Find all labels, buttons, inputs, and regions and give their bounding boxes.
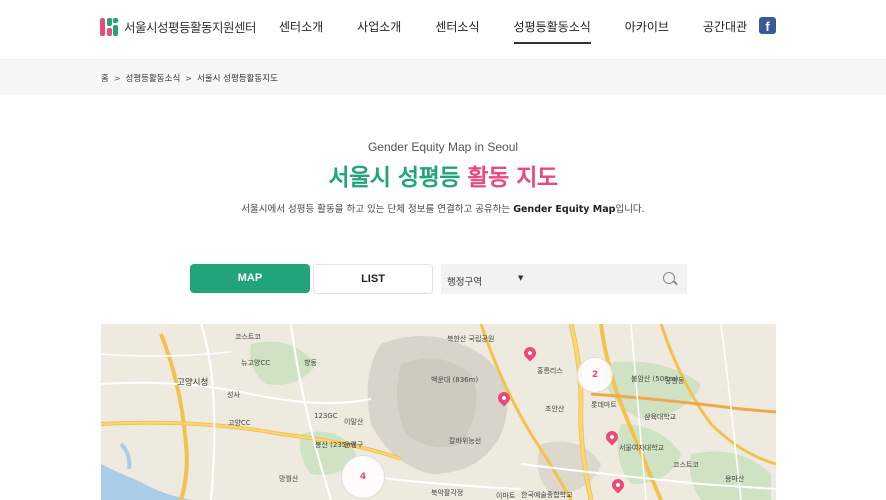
map-label-mangwolsan: 망월산 [279, 475, 299, 483]
map-label-emart: 이마트 [496, 492, 516, 500]
map-label-lotte: 롯데마트 [591, 401, 617, 409]
map-label-goyang: 고양시청 [177, 378, 209, 388]
map-label-bongsan: 봉산 (235m) [315, 441, 356, 449]
site-header: 서울시성평등활동지원센터 센터소개 사업소개 센터소식 성평등활동소식 아카이브… [0, 0, 886, 58]
desc-suffix: 입니다. [615, 204, 645, 215]
title-green-part: 서울시 성평등 [328, 165, 460, 191]
map-label-seoulwomen: 서울여자대학교 [619, 444, 665, 452]
map-label-yongmasan: 용마산 [725, 475, 745, 483]
nav-item-news[interactable]: 센터소식 [435, 18, 479, 44]
map-label-hongdae: 홍릉리스 [537, 367, 563, 375]
map-label-bukhansan: 북한산 국립공원 [447, 335, 495, 343]
map-tab-button[interactable]: MAP [190, 264, 310, 293]
breadcrumb-bar: 홈 > 성평등활동소식 > 서울시 성평등활동지도 [0, 59, 886, 95]
nav-item-about[interactable]: 센터소개 [279, 18, 323, 44]
site-logo[interactable]: 서울시성평등활동지원센터 [100, 17, 257, 36]
logo-mark-icon [100, 17, 118, 36]
nav-item-rental[interactable]: 공간대관 [703, 18, 747, 44]
nav-item-archive[interactable]: 아카이브 [625, 18, 669, 44]
map-label-costco2: 코스트코 [673, 461, 699, 469]
logo-text: 서울시성평등활동지원센터 [124, 20, 257, 35]
nav-item-activity-news[interactable]: 성평등활동소식 [513, 18, 591, 44]
list-tab-button[interactable]: LIST [313, 264, 433, 294]
activity-map[interactable]: 고양시청 코스트코 북한산 국립공원 백운대 (836m) 불암산 (508m)… [101, 324, 776, 500]
map-label-123gc: 123GC [314, 412, 338, 420]
nav-item-programs[interactable]: 사업소개 [357, 18, 401, 44]
page-title: 서울시 성평등 활동 지도 [0, 158, 886, 192]
map-label-hyangdong: 향동 [304, 359, 317, 367]
map-label-kalbawi: 칼바위능선 [449, 437, 482, 445]
map-label-idaesan: 이말산 [344, 418, 364, 426]
search-input[interactable] [528, 264, 687, 294]
map-label-nowon: 초안산 [545, 405, 565, 413]
map-label-sungsa: 성사 [227, 391, 240, 399]
district-select[interactable]: 행정구역 ▼ [441, 264, 528, 294]
chevron-right-icon: > [185, 73, 192, 83]
map-cluster-marker[interactable]: 2 [577, 357, 613, 393]
map-label-bukak: 북악팔각정 [431, 489, 464, 497]
breadcrumb: 홈 > 성평등활동소식 > 서울시 성평등활동지도 [101, 72, 278, 85]
map-label-baegundae: 백운대 (836m) [431, 376, 479, 384]
map-cluster-marker[interactable]: 4 [341, 455, 385, 499]
map-label-wondang: 코스트코 [235, 333, 261, 341]
search-icon[interactable] [663, 272, 675, 284]
main-nav: 센터소개 사업소개 센터소식 성평등활동소식 아카이브 공간대관 [262, 18, 764, 44]
page-subtitle: Gender Equity Map in Seoul [367, 140, 519, 154]
caret-down-icon: ▼ [518, 274, 524, 282]
breadcrumb-level2[interactable]: 서울시 성평등활동지도 [197, 72, 278, 84]
map-label-sahmyook: 삼육대학교 [644, 413, 677, 421]
desc-prefix: 서울시에서 성평등 활동을 하고 있는 단체 정보를 연결하고 공유하는 [241, 204, 514, 215]
facebook-icon[interactable]: f [759, 17, 776, 34]
title-pink-part: 활동 지도 [467, 165, 558, 191]
map-label-gongneung: 공릉동 [665, 377, 685, 385]
breadcrumb-home[interactable]: 홈 [101, 72, 109, 84]
district-select-label: 행정구역 [447, 277, 482, 288]
chevron-right-icon: > [113, 73, 121, 83]
desc-bold: Gender Equity Map [513, 204, 616, 215]
breadcrumb-level1[interactable]: 성평등활동소식 [126, 72, 181, 84]
map-label-krart: 한국예술종합학교 [521, 491, 573, 499]
map-label-newgoyangcc: 뉴고양CC [241, 359, 271, 367]
map-label-goyangcc: 고양CC [228, 419, 251, 427]
page-description: 서울시에서 성평등 활동을 하고 있는 단체 정보를 연결하고 공유하는 Gen… [0, 201, 886, 215]
